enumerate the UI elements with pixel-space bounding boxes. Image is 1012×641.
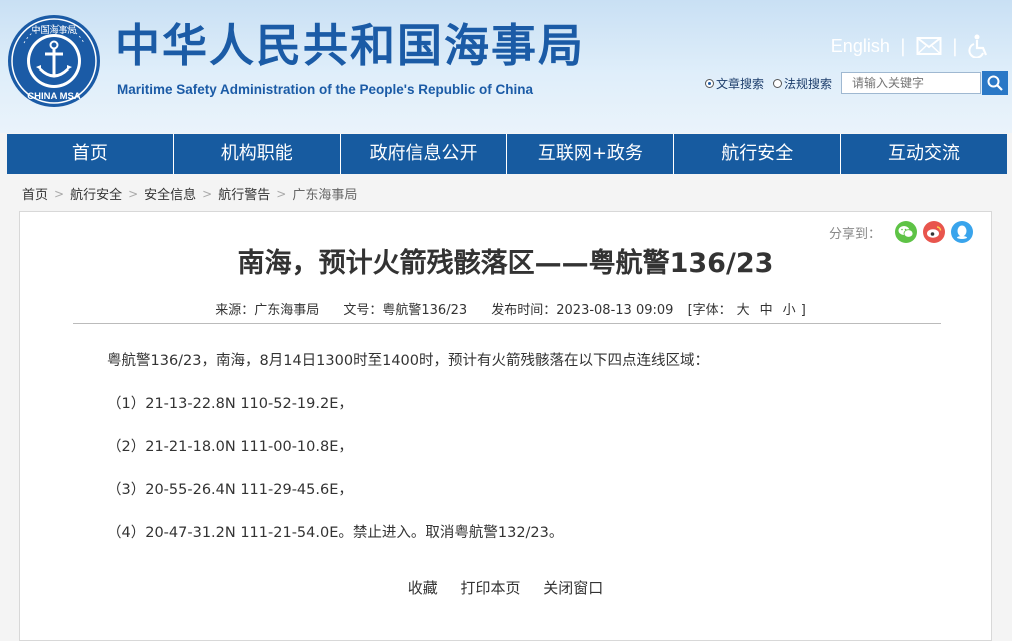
qq-icon[interactable] — [951, 221, 973, 243]
article-paragraph: （2）21-21-18.0N 111-00-10.8E， — [107, 439, 353, 455]
logo-english-text: CHINA MSA — [27, 91, 81, 102]
share-bar: 分享到： — [829, 221, 973, 243]
nav-item-functions[interactable]: 机构职能 — [174, 134, 341, 174]
breadcrumb-home[interactable]: 首页 — [22, 184, 48, 203]
breadcrumb-navigation-safety[interactable]: 航行安全 — [70, 184, 122, 203]
wechat-icon[interactable] — [895, 221, 917, 243]
article-paragraph: （4）20-47-31.2N 111-21-54.0E。禁止进入。取消粤航警13… — [107, 525, 564, 541]
font-size-small-button[interactable]: 小 — [783, 303, 796, 318]
radio-label: 文章搜索 — [715, 76, 764, 91]
article-paragraph: （1）21-13-22.8N 110-52-19.2E， — [107, 396, 353, 412]
breadcrumb-separator: > — [54, 186, 65, 201]
top-links: English | | — [831, 34, 990, 58]
article-paragraph: （3）20-55-26.4N 111-29-45.6E， — [107, 482, 353, 498]
breadcrumb-nav-warnings[interactable]: 航行警告 — [218, 184, 270, 203]
breadcrumb-separator: > — [202, 186, 213, 201]
logo-chinese-text: 中国海事局 — [31, 24, 76, 36]
breadcrumb-safety-info[interactable]: 安全信息 — [144, 184, 196, 203]
site-title[interactable]: 中华人民共和国海事局 — [115, 18, 585, 74]
article-publish-time: 发布时间：2023-08-13 09:09 — [491, 303, 674, 318]
msa-logo[interactable]: 中国海事局 CHINA MSA — [6, 13, 102, 109]
nav-item-navigation-safety[interactable]: 航行安全 — [674, 134, 842, 174]
nav-item-home[interactable]: 首页 — [7, 134, 174, 174]
mail-icon[interactable] — [916, 36, 942, 56]
divider-line — [73, 323, 941, 324]
article-title: 南海，预计火箭残骸落区——粤航警136/23 — [237, 248, 774, 279]
site-header: 中国海事局 CHINA MSA 中华人民共和国海事局 Maritime Safe… — [0, 0, 1012, 133]
nav-item-internet-gov[interactable]: 互联网+政务 — [507, 134, 675, 174]
font-size-close: ] — [800, 303, 806, 318]
breadcrumb: 首页 > 航行安全 > 安全信息 > 航行警告 > 广东海事局 — [22, 184, 357, 204]
breadcrumb-guangdong-msa[interactable]: 广东海事局 — [292, 184, 357, 203]
article-doc-number: 文号：粤航警136/23 — [343, 303, 468, 318]
close-window-button[interactable]: 关闭窗口 — [543, 579, 603, 597]
search-option-regulation[interactable]: 法规搜索 — [772, 75, 832, 92]
search-button[interactable] — [982, 71, 1008, 95]
search-input[interactable] — [841, 72, 981, 94]
article-card: 分享到： 南海，预计火箭残骸落区——粤航警136/23 来源：广东海事局 文号：… — [19, 211, 992, 641]
article-paragraph: 粤航警136/23，南海，8月14日1300时至1400时，预计有火箭残骸落在以… — [107, 353, 709, 369]
breadcrumb-separator: > — [128, 186, 139, 201]
font-size-large-button[interactable]: 大 — [737, 303, 750, 318]
favorite-button[interactable]: 收藏 — [408, 579, 438, 597]
article-actions: 收藏 打印本页 关闭窗口 — [20, 577, 991, 598]
print-button[interactable]: 打印本页 — [460, 579, 520, 597]
main-nav: 首页 机构职能 政府信息公开 互联网+政务 航行安全 互动交流 — [7, 134, 1007, 174]
radio-label: 法规搜索 — [783, 76, 832, 91]
search-icon — [987, 75, 1003, 91]
article-body: 粤航警136/23，南海，8月14日1300时至1400时，预计有火箭残骸落在以… — [107, 351, 927, 566]
font-size-label: [字体： — [687, 303, 732, 318]
article-source: 来源：广东海事局 — [215, 303, 320, 318]
radio-unselected[interactable] — [772, 78, 782, 88]
nav-item-interaction[interactable]: 互动交流 — [841, 134, 1007, 174]
nav-item-gov-info[interactable]: 政府信息公开 — [341, 134, 508, 174]
accessibility-icon[interactable] — [968, 34, 990, 58]
article-meta: 来源：广东海事局 文号：粤航警136/23 发布时间：2023-08-13 09… — [20, 299, 991, 318]
search-option-article[interactable]: 文章搜索 — [704, 75, 764, 92]
weibo-icon[interactable] — [923, 221, 945, 243]
divider: | — [951, 35, 958, 57]
search-bar: 文章搜索 法规搜索 — [704, 71, 1008, 95]
radio-selected[interactable] — [704, 78, 714, 88]
breadcrumb-separator: > — [276, 186, 287, 201]
divider: | — [899, 35, 906, 57]
english-link[interactable]: English — [831, 36, 890, 57]
share-label: 分享到： — [828, 226, 881, 242]
font-size-medium-button[interactable]: 中 — [760, 303, 773, 318]
site-subtitle: Maritime Safety Administration of the Pe… — [117, 82, 534, 97]
